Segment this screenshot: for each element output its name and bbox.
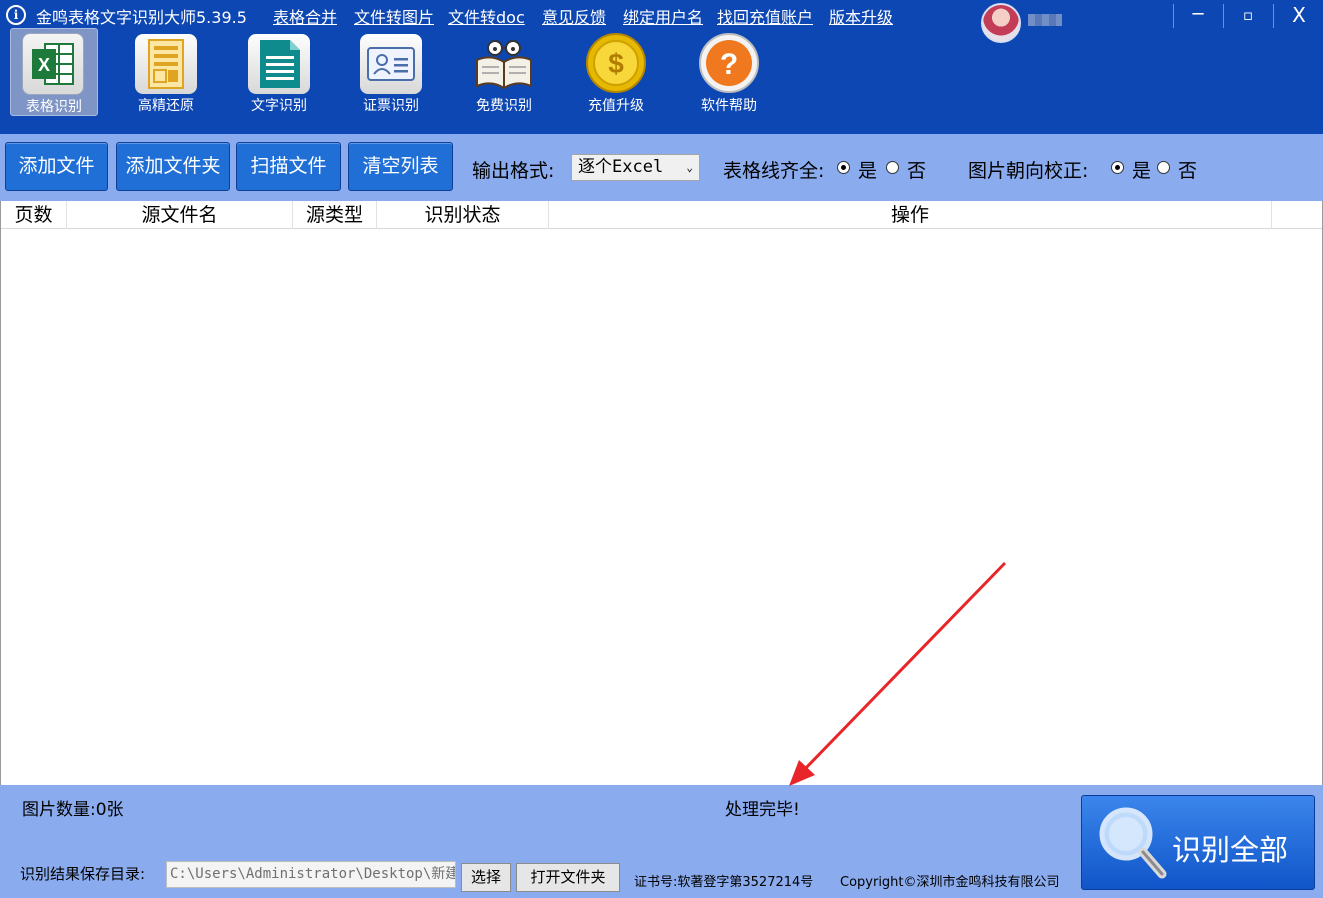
add-folder-button[interactable]: 添加文件夹 xyxy=(116,142,230,191)
recognize-all-button[interactable]: 识别全部 xyxy=(1081,795,1315,890)
app-title: 金鸣表格文字识别大师5.39.5 xyxy=(36,8,247,27)
close-button[interactable]: X xyxy=(1275,0,1323,30)
window-control-divider xyxy=(1273,4,1274,28)
copyright: Copyright©深圳市金鸣科技有限公司 xyxy=(840,875,1060,890)
orientation-yes-label: 是 xyxy=(1132,160,1152,182)
magnifier-icon xyxy=(1099,807,1167,879)
tool-label: 免费识别 xyxy=(476,98,532,114)
id-card-icon xyxy=(360,34,422,94)
output-format-value: 逐个Excel xyxy=(578,157,664,177)
column-header-pages[interactable]: 页数 xyxy=(1,201,67,229)
output-format-select[interactable]: 逐个Excel ⌄ xyxy=(571,154,700,181)
maximize-button[interactable]: ▫ xyxy=(1224,0,1272,30)
chevron-down-icon: ⌄ xyxy=(686,161,693,174)
orientation-yes-radio[interactable] xyxy=(1111,161,1124,174)
recognize-all-label: 识别全部 xyxy=(1172,833,1289,867)
svg-text:X: X xyxy=(38,55,50,75)
file-list-table[interactable]: 页数 源文件名 源类型 识别状态 操作 xyxy=(0,201,1323,785)
status-bar: 图片数量:0张 处理完毕! 识别结果保存目录: C:\Users\Adminis… xyxy=(0,785,1323,898)
username-redacted xyxy=(1028,14,1062,26)
status-message: 处理完毕! xyxy=(725,800,800,820)
table-lines-label: 表格线齐全: xyxy=(723,160,825,182)
tool-high-precision-restore[interactable]: 高精还原 xyxy=(122,28,210,116)
action-bar: 添加文件 添加文件夹 扫描文件 清空列表 输出格式: 逐个Excel ⌄ 表格线… xyxy=(0,134,1323,201)
text-document-icon xyxy=(248,34,310,94)
add-file-button[interactable]: 添加文件 xyxy=(5,142,108,191)
help-icon: ? xyxy=(698,32,760,94)
tool-label: 表格识别 xyxy=(26,99,82,115)
tool-label: 证票识别 xyxy=(363,98,419,114)
gold-coin-icon: $ xyxy=(585,32,647,94)
select-dir-button[interactable]: 选择 xyxy=(461,863,511,892)
tool-label: 文字识别 xyxy=(251,98,307,114)
title-bar: i 金鸣表格文字识别大师5.39.5 表格合并 文件转图片 文件转doc 意见反… xyxy=(0,0,1323,134)
menu-feedback[interactable]: 意见反馈 xyxy=(542,4,606,28)
menu-table-merge[interactable]: 表格合并 xyxy=(273,4,337,28)
output-format-label: 输出格式: xyxy=(472,160,555,182)
tool-software-help[interactable]: ? 软件帮助 xyxy=(685,28,773,116)
table-lines-no-label: 否 xyxy=(907,160,927,182)
svg-text:?: ? xyxy=(720,48,738,81)
column-header-operation[interactable]: 操作 xyxy=(549,201,1272,229)
orientation-label: 图片朝向校正: xyxy=(968,160,1089,182)
clear-list-button[interactable]: 清空列表 xyxy=(348,142,453,191)
tool-label: 充值升级 xyxy=(588,98,644,114)
tool-text-recognition[interactable]: 文字识别 xyxy=(235,28,323,116)
avatar[interactable] xyxy=(981,3,1021,43)
menu-recover-account[interactable]: 找回充值账户 xyxy=(717,4,813,28)
column-header-recognition-status[interactable]: 识别状态 xyxy=(377,201,549,229)
menu-version-upgrade[interactable]: 版本升级 xyxy=(829,4,893,28)
book-glasses-icon xyxy=(473,34,535,94)
table-lines-no-radio[interactable] xyxy=(886,161,899,174)
tool-free-recognition[interactable]: 免费识别 xyxy=(460,28,548,116)
open-folder-button[interactable]: 打开文件夹 xyxy=(516,863,620,892)
column-header-source-type[interactable]: 源类型 xyxy=(293,201,377,229)
table-header: 页数 源文件名 源类型 识别状态 操作 xyxy=(1,201,1322,229)
tool-label: 软件帮助 xyxy=(701,98,757,114)
title-row: i 金鸣表格文字识别大师5.39.5 表格合并 文件转图片 文件转doc 意见反… xyxy=(0,0,1323,43)
tool-certificate-recognition[interactable]: 证票识别 xyxy=(347,28,435,116)
orientation-no-label: 否 xyxy=(1178,160,1198,182)
menu-bind-username[interactable]: 绑定用户名 xyxy=(623,4,703,28)
image-count: 图片数量:0张 xyxy=(22,800,124,820)
excel-icon: X xyxy=(22,33,84,95)
minimize-button[interactable]: ─ xyxy=(1174,0,1222,30)
certificate-number: 证书号:软著登字第3527214号 xyxy=(634,875,814,890)
save-dir-label: 识别结果保存目录: xyxy=(20,865,146,883)
menu-file-to-image[interactable]: 文件转图片 xyxy=(354,4,434,28)
column-header-source-filename[interactable]: 源文件名 xyxy=(67,201,293,229)
save-dir-input[interactable]: C:\Users\Administrator\Desktop\新建 xyxy=(166,861,456,888)
tool-recharge-upgrade[interactable]: $ 充值升级 xyxy=(572,28,660,116)
scan-file-button[interactable]: 扫描文件 xyxy=(236,142,341,191)
svg-text:$: $ xyxy=(608,48,624,79)
orientation-no-radio[interactable] xyxy=(1157,161,1170,174)
menu-file-to-doc[interactable]: 文件转doc xyxy=(448,4,525,28)
table-lines-yes-radio[interactable] xyxy=(837,161,850,174)
app-logo-icon: i xyxy=(6,5,26,25)
table-lines-yes-label: 是 xyxy=(858,160,878,182)
tool-table-recognition[interactable]: X 表格识别 xyxy=(10,28,98,116)
tool-label: 高精还原 xyxy=(138,98,194,114)
document-layout-icon xyxy=(135,34,197,94)
